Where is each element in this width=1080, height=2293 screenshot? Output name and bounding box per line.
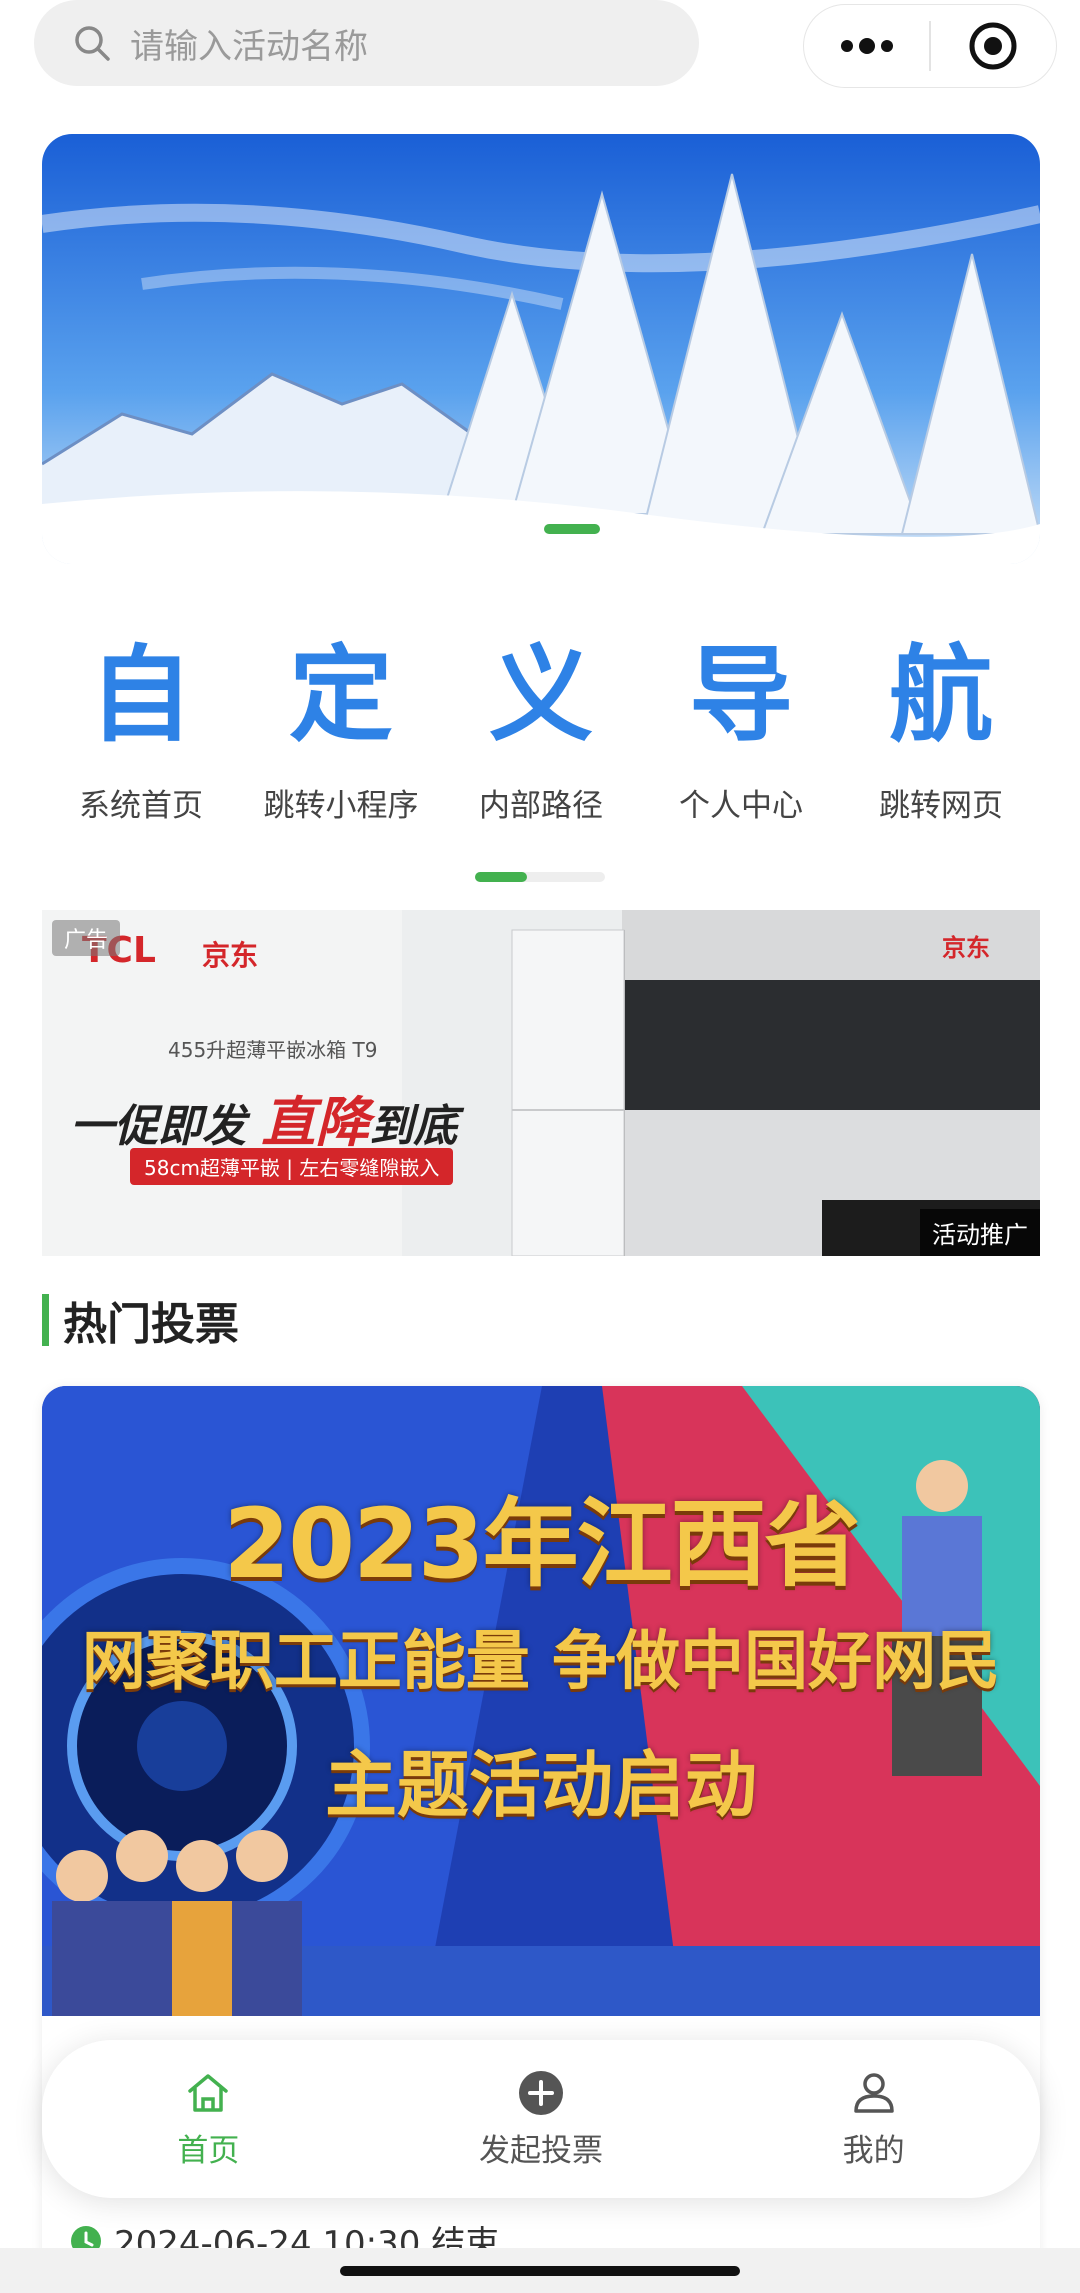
nav-icon-text: 义 [488,634,593,756]
search-icon [75,26,110,61]
nav-item-label: 跳转网页 [879,788,1003,824]
more-button[interactable] [804,5,929,87]
custom-navigation: 自 系统首页 定 跳转小程序 义 内部路径 导 个人中心 航 跳转网页 [42,630,1040,840]
nav-item-home[interactable]: 自 系统首页 [42,630,240,840]
ad-label-badge: 广告 [52,920,121,956]
nav-item-label: 跳转小程序 [263,788,419,824]
ad-slogan-red: 直降 [261,1091,370,1154]
nav-item-label: 内部路径 [479,788,603,824]
nav-item-label: 系统首页 [79,788,203,824]
vote-card-poster: 2023年江西省 网聚职工正能量 争做中国好网民 主题活动启动 [42,1386,1040,2016]
ad-feature-strip: 58cm超薄平嵌 | 左右零缝隙嵌入 [130,1148,454,1185]
nav-scroll-indicator [475,872,605,882]
carousel-dot[interactable] [476,524,532,534]
section-heading: 热门投票 [42,1292,239,1350]
close-miniprogram-button[interactable] [931,5,1057,87]
nav-icon-text: 定 [288,634,393,756]
section-heading-bar [42,1294,49,1346]
ad-slogan-a: 一促即发 [70,1101,246,1152]
poster-title-line2: 网聚职工正能量 争做中国好网民 [81,1625,1001,1699]
nav-item-label: 个人中心 [679,788,803,824]
nav-item-internal-path[interactable]: 义 内部路径 [442,630,640,840]
bottom-tab-bar: 首页 发起投票 我的 [42,2040,1040,2198]
tab-create-vote[interactable]: 发起投票 [391,2069,691,2170]
home-indicator[interactable] [340,2266,740,2276]
nav-icon-text: 航 [888,634,993,756]
tab-label: 我的 [842,2132,905,2169]
ad-slogan: 一促即发 直降到底 [70,1078,457,1157]
plus-circle-icon [518,2070,563,2115]
miniprogram-capsule [803,4,1057,88]
nav-item-webpage[interactable]: 航 跳转网页 [842,630,1040,840]
nav-item-miniprogram[interactable]: 定 跳转小程序 [242,630,440,840]
nav-icon-text: 导 [688,634,793,756]
banner-carousel[interactable] [42,134,1040,564]
home-icon [188,2073,229,2112]
search-placeholder: 请输入活动名称 [130,26,368,67]
poster-title-line1: 2023年江西省 [223,1488,860,1600]
tab-home[interactable]: 首页 [58,2069,358,2170]
ad-brand-jd: 京东 [202,939,259,972]
tab-mine[interactable]: 我的 [724,2069,1024,2170]
ad-banner[interactable]: TCL 京东 京东 广告 455升超薄平嵌冰箱 T9 一促即发 直降到底 58c… [42,910,1040,1256]
search-bar[interactable]: 请输入活动名称 [34,0,699,86]
nav-scroll-indicator-fill [475,872,527,882]
carousel-indicator [476,524,600,534]
nav-item-profile[interactable]: 导 个人中心 [642,630,840,840]
poster-title-line3: 主题活动启动 [324,1743,757,1827]
user-icon [853,2072,894,2113]
target-icon [969,22,1017,70]
tab-label: 首页 [177,2132,240,2169]
ad-slogan-b: 到底 [369,1101,458,1152]
ad-model-text: 455升超薄平嵌冰箱 T9 [168,1038,378,1062]
tab-label: 发起投票 [478,2132,603,2169]
section-heading-text: 热门投票 [63,1299,239,1350]
ad-brand-jd-logo: 京东 [942,934,990,962]
nav-icon-text: 自 [88,634,193,756]
carousel-dot-active[interactable] [544,524,600,534]
more-dots-icon [840,38,893,54]
banner-image [42,134,1040,564]
ad-promo-label: 活动推广 [920,1209,1040,1256]
